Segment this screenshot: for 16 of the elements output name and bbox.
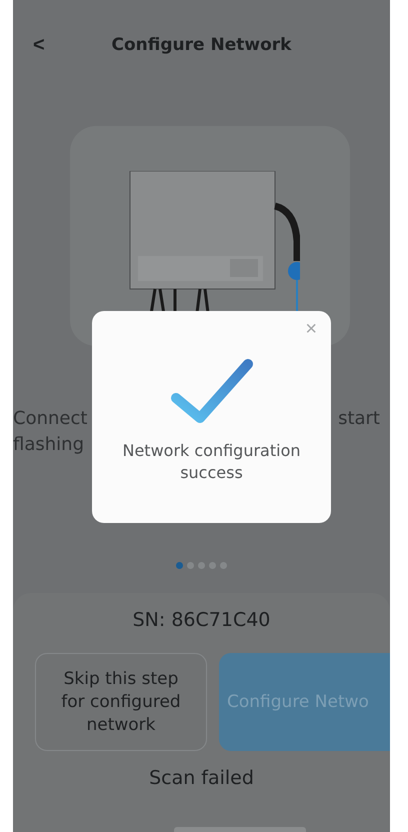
instruction-text: flashing (13, 433, 84, 457)
instruction-text: Connect (13, 407, 88, 431)
back-button[interactable]: < (33, 34, 45, 56)
page-dot[interactable] (220, 562, 227, 569)
dialog-message: Network configuration success (121, 440, 302, 484)
serial-number: SN: 86C71C40 (132, 609, 270, 631)
checkmark-icon (170, 358, 254, 426)
page-dot[interactable] (187, 562, 194, 569)
skip-button[interactable]: Skip this step for configured network (35, 653, 207, 751)
page-title: Configure Network (112, 35, 292, 55)
close-button[interactable]: × (299, 317, 323, 342)
page-dot[interactable] (198, 562, 205, 569)
page-dot[interactable] (209, 562, 216, 569)
scan-status: Scan failed (149, 767, 254, 789)
page-dot[interactable] (176, 562, 183, 569)
instruction-text: start (338, 407, 380, 431)
